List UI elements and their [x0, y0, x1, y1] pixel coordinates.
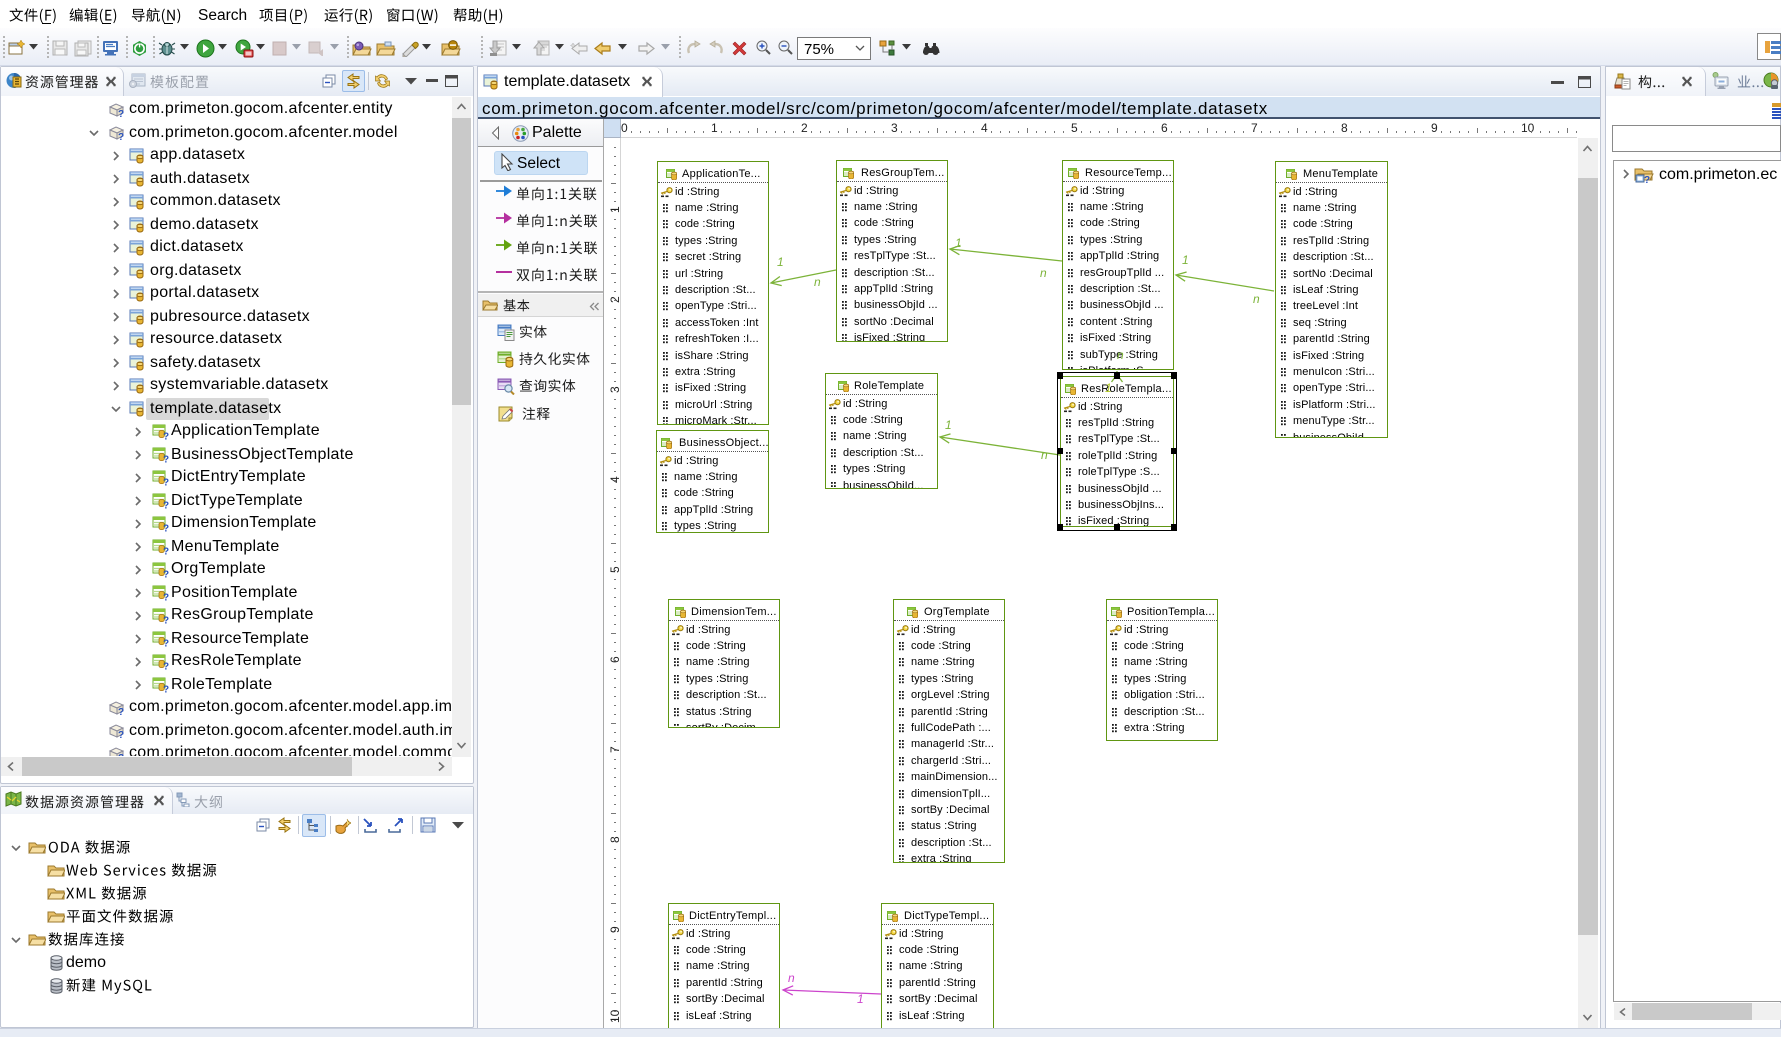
svg-text:?: ?	[163, 615, 169, 624]
svg-text:?: ?	[163, 500, 169, 509]
svg-text:?: ?	[1644, 175, 1650, 184]
svg-text:?: ?	[118, 132, 124, 141]
svg-text:n: n	[1117, 348, 1124, 362]
svg-text:1: 1	[955, 236, 962, 250]
svg-text:n: n	[1253, 292, 1260, 306]
svg-text:1: 1	[945, 418, 952, 432]
svg-text:?: ?	[163, 523, 169, 532]
svg-text:n: n	[1041, 448, 1048, 462]
svg-text:?: ?	[163, 477, 169, 486]
svg-text:?: ?	[118, 753, 124, 757]
svg-text:?: ?	[163, 661, 169, 670]
svg-text:n: n	[788, 971, 795, 985]
svg-text:?: ?	[163, 546, 169, 555]
svg-text:?: ?	[163, 454, 169, 463]
svg-text:?: ?	[163, 592, 169, 601]
svg-text:1: 1	[857, 992, 864, 1006]
svg-text:?: ?	[118, 109, 124, 118]
svg-text:?: ?	[163, 684, 169, 693]
svg-text:?: ?	[118, 730, 124, 739]
svg-text:?: ?	[163, 569, 169, 578]
svg-text:1: 1	[1182, 253, 1189, 267]
svg-text:n: n	[1040, 266, 1047, 280]
svg-text:?: ?	[118, 707, 124, 716]
svg-text:n: n	[814, 275, 821, 289]
svg-text:?: ?	[163, 638, 169, 647]
svg-text:?: ?	[163, 431, 169, 440]
svg-text:1: 1	[777, 255, 784, 269]
